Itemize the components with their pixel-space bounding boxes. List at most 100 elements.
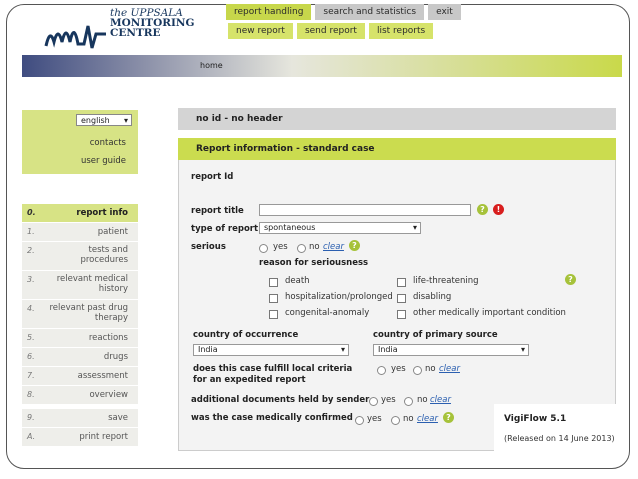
- additional-docs-yes-radio[interactable]: [369, 397, 378, 406]
- medically-confirmed-yes-radio[interactable]: [355, 416, 364, 425]
- local-criteria-no-label: no: [425, 364, 436, 374]
- type-of-report-select[interactable]: spontaneous: [259, 222, 421, 234]
- medically-confirmed-yes-label: yes: [367, 414, 382, 424]
- breadcrumb-home[interactable]: home: [200, 59, 223, 73]
- serious-label: serious: [191, 242, 226, 252]
- top-navigation: report handling search and statistics ex…: [226, 4, 461, 42]
- breadcrumb: home: [180, 59, 620, 73]
- country-occurrence-value: India: [198, 345, 218, 354]
- pulse-logo-icon: [44, 25, 106, 49]
- report-title-input[interactable]: [259, 204, 471, 216]
- congenital-label: congenital-anomaly: [285, 308, 370, 318]
- country-source-select[interactable]: India: [373, 344, 529, 356]
- serious-clear-link[interactable]: clear: [323, 242, 344, 252]
- menu-item-tests[interactable]: 2. tests and procedures: [22, 242, 138, 271]
- menu-label: overview: [89, 390, 128, 400]
- version-name: VigiFlow 5.1: [504, 414, 567, 424]
- local-criteria-label-1: does this case fulfill local criteria: [193, 364, 353, 374]
- menu-item-report-info[interactable]: 0. report info: [22, 204, 138, 223]
- menu-label: relevant medical history: [56, 274, 128, 294]
- version-box: VigiFlow 5.1 (Released on 14 June 2013): [494, 404, 620, 456]
- medically-confirmed-label: was the case medically confirmed: [191, 413, 353, 423]
- menu-item-medical-history[interactable]: 3. relevant medical history: [22, 271, 138, 300]
- language-value: english: [81, 116, 110, 125]
- congenital-checkbox[interactable]: [269, 310, 278, 319]
- menu-num: 0.: [27, 208, 36, 217]
- medically-confirmed-no-label: no: [403, 414, 414, 424]
- menu-item-past-drug-therapy[interactable]: 4. relevant past drug therapy: [22, 300, 138, 329]
- menu-label: print report: [79, 432, 128, 442]
- sidebar: english contacts user guide: [22, 110, 138, 174]
- menu-label: assessment: [77, 371, 128, 381]
- tab-report-handling[interactable]: report handling: [226, 4, 312, 20]
- user-guide-link[interactable]: user guide: [81, 156, 126, 166]
- menu-num: 2.: [27, 246, 35, 255]
- medically-confirmed-clear-link[interactable]: clear: [417, 414, 438, 424]
- sidebar-top-panel: english contacts user guide: [22, 110, 138, 174]
- report-title-label: report title: [191, 206, 244, 216]
- menu-item-patient[interactable]: 1. patient: [22, 223, 138, 242]
- local-criteria-label-2: for an expedited report: [193, 375, 306, 385]
- menu-label: tests and procedures: [80, 245, 128, 265]
- medically-confirmed-no-radio[interactable]: [391, 416, 400, 425]
- local-criteria-yes-radio[interactable]: [377, 366, 386, 375]
- contacts-link[interactable]: contacts: [90, 138, 126, 148]
- hospitalization-checkbox[interactable]: [269, 294, 278, 303]
- menu-num: 8.: [27, 390, 35, 399]
- local-criteria-clear-link[interactable]: clear: [439, 364, 460, 374]
- subtab-send-report[interactable]: send report: [296, 23, 365, 39]
- menu-num: 5.: [27, 333, 35, 342]
- subtab-list-reports[interactable]: list reports: [368, 23, 434, 39]
- serious-yes-label: yes: [273, 242, 288, 252]
- serious-yes-radio[interactable]: [259, 244, 268, 253]
- country-occurrence-select[interactable]: India: [193, 344, 349, 356]
- life-threatening-label: life-threatening: [413, 276, 479, 286]
- id-header: no id - no header: [178, 108, 616, 130]
- menu-item-overview[interactable]: 8. overview: [22, 386, 138, 405]
- menu-label: drugs: [103, 352, 128, 362]
- serious-no-label: no: [309, 242, 320, 252]
- help-icon[interactable]: ?: [443, 412, 454, 423]
- menu-item-drugs[interactable]: 6. drugs: [22, 348, 138, 367]
- help-icon[interactable]: ?: [565, 274, 576, 285]
- required-error-icon: !: [493, 204, 504, 215]
- step-menu: 0. report info 1. patient 2. tests and proc…: [22, 204, 138, 447]
- disabling-label: disabling: [413, 292, 452, 302]
- serious-no-radio[interactable]: [297, 244, 306, 253]
- additional-docs-no-radio[interactable]: [404, 397, 413, 406]
- menu-label: relevant past drug therapy: [49, 303, 128, 323]
- hospitalization-label: hospitalization/prolonged: [285, 292, 393, 302]
- menu-label: report info: [76, 208, 128, 218]
- other-condition-checkbox[interactable]: [397, 310, 406, 319]
- menu-item-reactions[interactable]: 5. reactions: [22, 329, 138, 348]
- local-criteria-no-radio[interactable]: [413, 366, 422, 375]
- additional-docs-clear-link[interactable]: clear: [430, 395, 451, 405]
- country-occurrence-label: country of occurrence: [193, 330, 299, 340]
- country-source-label: country of primary source: [373, 330, 498, 340]
- menu-num: 9.: [27, 413, 35, 422]
- menu-label: patient: [97, 227, 128, 237]
- country-source-value: India: [378, 345, 398, 354]
- local-criteria-yes-label: yes: [391, 364, 406, 374]
- subtab-new-report[interactable]: new report: [228, 23, 293, 39]
- disabling-checkbox[interactable]: [397, 294, 406, 303]
- report-id-label: report Id: [191, 172, 234, 182]
- menu-item-assessment[interactable]: 7. assessment: [22, 367, 138, 386]
- help-icon[interactable]: ?: [349, 240, 360, 251]
- type-of-report-value: spontaneous: [264, 223, 316, 232]
- menu-num: 1.: [27, 227, 35, 236]
- menu-num: 7.: [27, 371, 35, 380]
- life-threatening-checkbox[interactable]: [397, 278, 406, 287]
- language-select[interactable]: english: [76, 114, 132, 127]
- tab-search-statistics[interactable]: search and statistics: [315, 4, 425, 20]
- other-condition-label: other medically important condition: [413, 308, 566, 318]
- help-icon[interactable]: ?: [477, 204, 488, 215]
- menu-item-save[interactable]: 9. save: [22, 409, 138, 428]
- menu-item-print-report[interactable]: A. print report: [22, 428, 138, 447]
- menu-num: A.: [27, 432, 36, 441]
- death-checkbox[interactable]: [269, 278, 278, 287]
- menu-num: 4.: [27, 304, 35, 313]
- reason-for-seriousness-label: reason for seriousness: [259, 258, 369, 268]
- tab-exit[interactable]: exit: [428, 4, 461, 20]
- menu-label: save: [108, 413, 128, 423]
